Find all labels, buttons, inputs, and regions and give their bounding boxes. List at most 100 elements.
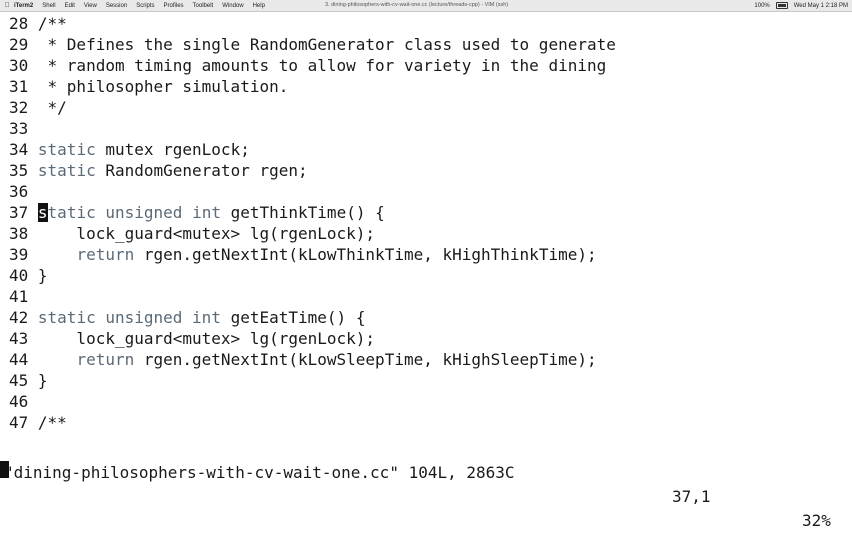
code-line[interactable]: 39 return rgen.getNextInt(kLowThinkTime,… [9, 244, 597, 265]
line-number: 37 [9, 203, 29, 222]
menu-toolbelt[interactable]: Toolbelt [193, 3, 214, 9]
line-number: 31 [9, 77, 29, 96]
keyword: unsigned [105, 308, 183, 327]
menu-app[interactable]: iTerm2 [14, 3, 33, 9]
code-line[interactable]: 37 static unsigned int getThinkTime() { [9, 202, 385, 223]
code-line[interactable]: 40 } [9, 265, 48, 286]
code-text: * philosopher simulation. [28, 77, 289, 96]
code-line[interactable]: 36 [9, 181, 28, 202]
code-line[interactable]: 38 lock_guard<mutex> lg(rgenLock); [9, 223, 375, 244]
line-number: 43 [9, 329, 29, 348]
line-number: 47 [9, 413, 29, 432]
vim-status-line: "dining-philosophers-with-cv-wait-one.cc… [0, 437, 852, 530]
clock[interactable]: Wed May 1 2:18 PM [794, 3, 848, 9]
code-line[interactable]: 46 [9, 391, 28, 412]
code-line[interactable]: 43 lock_guard<mutex> lg(rgenLock); [9, 328, 375, 349]
code-text: */ [28, 98, 67, 117]
code-line[interactable]: 34 static mutex rgenLock; [9, 139, 250, 160]
menu-window[interactable]: Window [222, 3, 243, 9]
menu-edit[interactable]: Edit [65, 3, 75, 9]
code-text: getThinkTime() { [220, 203, 385, 222]
code-line[interactable]: 32 */ [9, 97, 67, 118]
code-text: * Defines the single RandomGenerator cla… [28, 35, 616, 54]
line-number: 29 [9, 35, 29, 54]
line-number: 46 [9, 392, 29, 411]
code-text: getEatTime() { [220, 308, 366, 327]
line-number: 33 [9, 119, 29, 138]
line-number: 41 [9, 287, 29, 306]
status-area: 100% Wed May 1 2:18 PM [754, 0, 848, 11]
line-number: 28 [9, 14, 29, 33]
code-line[interactable]: 35 static RandomGenerator rgen; [9, 160, 308, 181]
battery-percent: 100% [754, 2, 770, 9]
menu-scripts[interactable]: Scripts [136, 3, 154, 9]
code-line[interactable]: 47 /** [9, 412, 67, 433]
file-info: "dining-philosophers-with-cv-wait-one.cc… [4, 463, 515, 482]
line-number: 36 [9, 182, 29, 201]
keyword: int [192, 203, 221, 222]
code-line[interactable]: 28 /** [9, 13, 67, 34]
line-number: 42 [9, 308, 29, 327]
keyword: return [76, 350, 135, 369]
cursor-position: 37,1 [672, 487, 711, 506]
line-number: 35 [9, 161, 29, 180]
line-number: 30 [9, 56, 29, 75]
line-number: 45 [9, 371, 29, 390]
keyword: tatic [47, 203, 96, 222]
menu-session[interactable]: Session [106, 3, 127, 9]
keyword: static [37, 140, 96, 159]
code-line[interactable]: 44 return rgen.getNextInt(kLowSleepTime,… [9, 349, 597, 370]
command-line-cursor [0, 461, 9, 478]
keyword: static [37, 161, 96, 180]
line-number: 39 [9, 245, 29, 264]
line-number: 32 [9, 98, 29, 117]
code-text: RandomGenerator rgen; [95, 161, 308, 180]
menu-help[interactable]: Help [253, 3, 265, 9]
code-text: rgen.getNextInt(kLowSleepTime, kHighSlee… [134, 350, 597, 369]
line-number: 44 [9, 350, 29, 369]
text-cursor: s [37, 203, 48, 222]
keyword: int [192, 308, 221, 327]
code-line[interactable]: 33 [9, 118, 28, 139]
line-number: 38 [9, 224, 29, 243]
apple-icon[interactable]:  [0, 2, 14, 9]
code-line[interactable]: 31 * philosopher simulation. [9, 76, 288, 97]
code-text: lock_guard<mutex> lg(rgenLock); [28, 224, 376, 243]
line-number: 40 [9, 266, 29, 285]
code-text: mutex rgenLock; [95, 140, 250, 159]
scroll-percent: 32% [802, 511, 831, 530]
code-line[interactable]: 42 static unsigned int getEatTime() { [9, 307, 365, 328]
line-number: 34 [9, 140, 29, 159]
code-text: rgen.getNextInt(kLowThinkTime, kHighThin… [134, 245, 597, 264]
code-text: } [28, 266, 48, 285]
battery-icon[interactable] [775, 2, 788, 9]
code-line[interactable]: 30 * random timing amounts to allow for … [9, 55, 606, 76]
menu-shell[interactable]: Shell [42, 3, 55, 9]
code-line[interactable]: 45 } [9, 370, 48, 391]
window-title: 3. dining-philosophers-with-cv-wait-one.… [325, 2, 509, 8]
menu-view[interactable]: View [84, 3, 97, 9]
code-text: /** [28, 413, 67, 432]
menu-bar:  iTerm2 Shell Edit View Session Scripts… [0, 0, 852, 12]
code-text: } [28, 371, 48, 390]
code-line[interactable]: 41 [9, 286, 28, 307]
keyword: unsigned [105, 203, 183, 222]
code-line[interactable]: 29 * Defines the single RandomGenerator … [9, 34, 616, 55]
menu-profiles[interactable]: Profiles [164, 3, 184, 9]
vim-editor[interactable]: 28 /** 29 * Defines the single RandomGene… [0, 13, 852, 435]
code-text: lock_guard<mutex> lg(rgenLock); [28, 329, 376, 348]
code-text: /** [28, 14, 67, 33]
keyword: return [76, 245, 135, 264]
keyword: static [37, 308, 96, 327]
